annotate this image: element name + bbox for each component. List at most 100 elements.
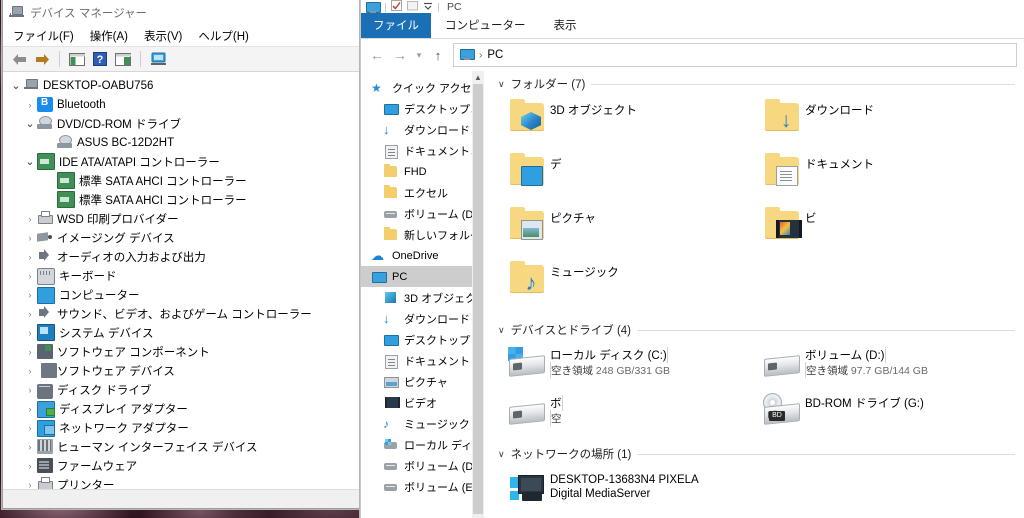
- drive-tile[interactable]: BD BD-ROM ドライブ (G:): [753, 391, 1008, 439]
- chevron-right-icon[interactable]: ›: [23, 423, 37, 433]
- navigation-pane[interactable]: ★クイック アクセスデスクトップ📌↓ダウンロード📌ドキュメント📌FHDエクセルボ…: [361, 71, 484, 518]
- tab-file[interactable]: ファイル: [361, 13, 431, 38]
- device-tree-node[interactable]: › ヒューマン インターフェイス デバイス: [3, 437, 363, 456]
- drive-tile[interactable]: ローカル ディスク (C:) 空き領域 248 GB/331 GB: [498, 343, 753, 391]
- device-manager-tree[interactable]: ⌄ DESKTOP-OABU756 › Bluetooth ⌄ DVD/CD-ROM ドラ…: [3, 72, 363, 489]
- this-pc-icon[interactable]: [366, 1, 381, 13]
- nav-pane-scrollbar[interactable]: ▲: [472, 71, 484, 518]
- device-tree-node[interactable]: › ディスプレイ アダプター: [3, 399, 363, 418]
- nav-item-default[interactable]: ↓ダウンロード📌: [361, 119, 484, 140]
- nav-item-default[interactable]: 新しいフォルダー: [361, 224, 484, 245]
- chevron-right-icon[interactable]: ›: [23, 290, 37, 300]
- menu-item-view[interactable]: 表示(V): [144, 28, 182, 44]
- drive-tile[interactable]: ボリューム (D:) 空き領域 97.7 GB/144 GB: [753, 343, 1008, 391]
- nav-pane-scroll-thumb[interactable]: [473, 84, 483, 514]
- tab-computer[interactable]: コンピューター: [431, 13, 540, 38]
- chevron-right-icon[interactable]: ›: [23, 385, 37, 395]
- nav-item-default[interactable]: エクセル: [361, 182, 484, 203]
- content-pane[interactable]: ∨ フォルダー (7) 3D オブジェクト ↓ ダウンロードデ ドキュメント ピクチャ ビ…: [484, 71, 1024, 518]
- device-tree-node[interactable]: › プリンター: [3, 475, 363, 489]
- chevron-right-icon[interactable]: ›: [23, 480, 37, 490]
- chevron-down-icon[interactable]: ⌄: [23, 118, 37, 129]
- show-hide-console-tree-icon[interactable]: [67, 49, 87, 69]
- nav-item-default[interactable]: デスクトップ: [361, 329, 484, 350]
- back-icon[interactable]: [9, 49, 29, 69]
- back-arrow-icon[interactable]: ←: [369, 47, 385, 63]
- device-tree-node[interactable]: › ネットワーク アダプター: [3, 418, 363, 437]
- device-tree-node[interactable]: ⌄ DESKTOP-OABU756: [3, 76, 363, 95]
- scroll-up-arrow-icon[interactable]: ▲: [472, 71, 484, 84]
- chevron-right-icon[interactable]: ›: [23, 461, 37, 471]
- folder-tile[interactable]: ピクチャ: [498, 205, 753, 259]
- chevron-right-icon[interactable]: ›: [23, 366, 37, 376]
- nav-item-selected[interactable]: PC: [361, 266, 484, 287]
- chevron-right-icon[interactable]: ›: [23, 309, 37, 319]
- folder-tile[interactable]: 3D オブジェクト: [498, 97, 753, 151]
- folder-tile[interactable]: ビ: [753, 205, 1008, 259]
- nav-item-default[interactable]: ♪ ミュージック: [361, 413, 484, 434]
- folder-tile[interactable]: ドキュメント: [753, 151, 1008, 205]
- chevron-right-icon[interactable]: ›: [23, 328, 37, 338]
- breadcrumb-current[interactable]: PC: [487, 49, 503, 61]
- device-tree-node[interactable]: › キーボード: [3, 266, 363, 285]
- up-arrow-icon[interactable]: ↑: [430, 48, 446, 63]
- forward-arrow-icon[interactable]: →: [392, 47, 408, 63]
- scan-hardware-changes-icon[interactable]: [148, 49, 168, 69]
- nav-item-default[interactable]: ↓ ダウンロード: [361, 308, 484, 329]
- recent-locations-chevron-icon[interactable]: ▾: [415, 50, 423, 61]
- drive-tile[interactable]: ボ空: [498, 391, 753, 439]
- network-tile[interactable]: DESKTOP-13683N4 PIXELA Digital MediaServ…: [498, 467, 828, 518]
- nav-item-default[interactable]: ボリューム (E:): [361, 476, 484, 497]
- device-tree-node[interactable]: › ソフトウェア デバイス: [3, 361, 363, 380]
- chevron-right-icon[interactable]: ›: [23, 347, 37, 357]
- folder-tile[interactable]: ↓ ダウンロード: [753, 97, 1008, 151]
- device-tree-node[interactable]: ASUS BC-12D2HT: [3, 133, 363, 152]
- device-tree-node[interactable]: 標準 SATA AHCI コントローラー: [3, 171, 363, 190]
- folder-tile[interactable]: ♪ ミュージック: [498, 259, 753, 313]
- chevron-right-icon[interactable]: ›: [23, 404, 37, 414]
- device-tree-node[interactable]: › ファームウェア: [3, 456, 363, 475]
- folder-tile[interactable]: デ: [498, 151, 753, 205]
- device-tree-node[interactable]: ⌄ IDE ATA/ATAPI コントローラー: [3, 152, 363, 171]
- nav-item-default[interactable]: ☁ OneDrive: [361, 245, 484, 266]
- chevron-down-icon[interactable]: ∨: [498, 449, 505, 460]
- nav-item-default[interactable]: ローカル ディスク (C: [361, 434, 484, 455]
- nav-item-default[interactable]: FHD: [361, 161, 484, 182]
- device-tree-node[interactable]: › コンピューター: [3, 285, 363, 304]
- chevron-right-icon[interactable]: ›: [23, 442, 37, 452]
- group-header-drives[interactable]: ∨ デバイスとドライブ (4): [498, 317, 1024, 343]
- chevron-right-icon[interactable]: ›: [23, 252, 37, 262]
- customize-qat-chevron-icon[interactable]: [423, 0, 433, 14]
- nav-item-default[interactable]: ボリューム (D:): [361, 203, 484, 224]
- device-tree-node[interactable]: › システム デバイス: [3, 323, 363, 342]
- nav-item-default[interactable]: ピクチャ: [361, 371, 484, 392]
- device-tree-node[interactable]: › サウンド、ビデオ、およびゲーム コントローラー: [3, 304, 363, 323]
- new-folder-icon[interactable]: [407, 0, 418, 14]
- nav-item-default[interactable]: ビデオ: [361, 392, 484, 413]
- chevron-down-icon[interactable]: ⌄: [9, 80, 23, 91]
- help-icon[interactable]: ?: [90, 49, 110, 69]
- nav-item-default[interactable]: ボリューム (D:): [361, 455, 484, 476]
- device-tree-node[interactable]: ⌄ DVD/CD-ROM ドライブ: [3, 114, 363, 133]
- menu-item-action[interactable]: 操作(A): [90, 28, 128, 44]
- chevron-down-icon[interactable]: ∨: [498, 79, 505, 90]
- chevron-right-icon[interactable]: ›: [23, 100, 37, 110]
- group-header-network[interactable]: ∨ ネットワークの場所 (1): [498, 441, 1024, 467]
- nav-item-default[interactable]: ★ クイック アクセス: [361, 77, 484, 98]
- breadcrumb[interactable]: › PC: [453, 43, 1017, 67]
- chevron-right-icon[interactable]: ›: [23, 214, 37, 224]
- device-tree-node[interactable]: › WSD 印刷プロバイダー: [3, 209, 363, 228]
- device-tree-node[interactable]: › Bluetooth: [3, 95, 363, 114]
- device-tree-node[interactable]: › イメージング デバイス: [3, 228, 363, 247]
- device-tree-node[interactable]: › ソフトウェア コンポーネント: [3, 342, 363, 361]
- properties-icon[interactable]: [113, 49, 133, 69]
- nav-item-default[interactable]: 3D オブジェクト: [361, 287, 484, 308]
- nav-item-default[interactable]: デスクトップ📌: [361, 98, 484, 119]
- tab-view[interactable]: 表示: [540, 13, 591, 38]
- nav-item-default[interactable]: ドキュメント📌: [361, 140, 484, 161]
- chevron-right-icon[interactable]: ›: [23, 233, 37, 243]
- menu-item-file[interactable]: ファイル(F): [13, 28, 74, 44]
- menu-item-help[interactable]: ヘルプ(H): [198, 28, 248, 44]
- group-header-folders[interactable]: ∨ フォルダー (7): [498, 71, 1024, 97]
- nav-item-default[interactable]: ドキュメント: [361, 350, 484, 371]
